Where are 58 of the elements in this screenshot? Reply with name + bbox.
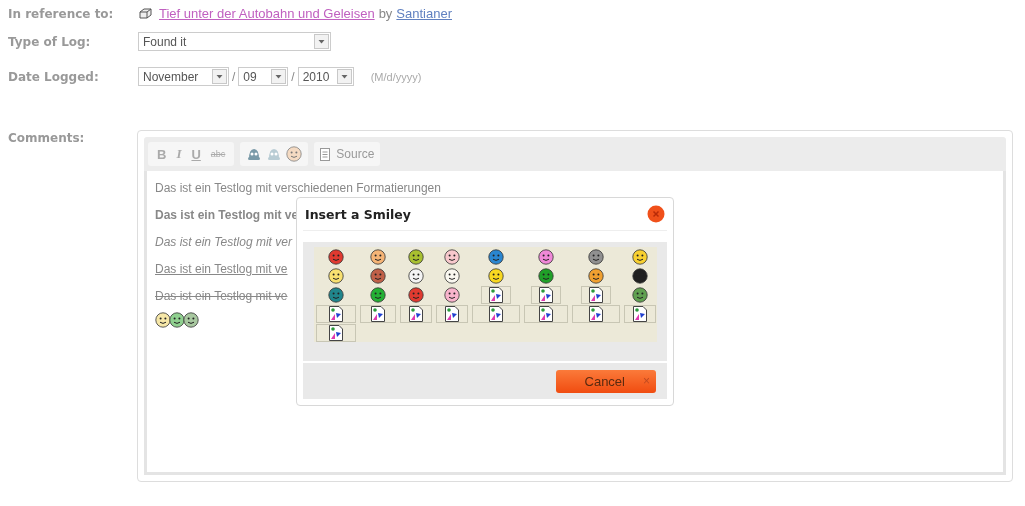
broken-image[interactable] [436, 304, 468, 323]
dropdown[interactable]: November [138, 67, 229, 86]
cancel-button[interactable]: Cancel × [556, 369, 656, 393]
broken-image[interactable] [316, 304, 356, 323]
broken-image[interactable] [524, 304, 568, 323]
broken-image-icon [539, 286, 553, 303]
dropdown[interactable]: 2010 [297, 67, 354, 86]
owner-link[interactable]: Santianer [396, 6, 452, 21]
broken-image-icon [589, 305, 603, 322]
cache-icon [139, 8, 152, 19]
broken-image[interactable] [624, 304, 656, 323]
caret-icon [212, 69, 227, 84]
broken-image-icon [329, 324, 343, 341]
date-format-hint: (M/d/yyyy) [370, 70, 422, 83]
separator: / [291, 69, 295, 84]
document-icon [320, 147, 331, 161]
broken-image-icon [539, 305, 553, 322]
figure-icon [266, 146, 283, 162]
broken-image-icon [371, 305, 385, 322]
broken-image[interactable] [572, 304, 620, 323]
broken-image[interactable] [360, 304, 396, 323]
format-button[interactable]: U [186, 144, 206, 164]
caret-icon [336, 69, 352, 84]
text-line: Das ist ein Testlog mit ver [155, 235, 292, 250]
caret-icon [271, 69, 287, 84]
format-button[interactable]: abc [205, 144, 231, 164]
broken-image-icon [633, 305, 647, 322]
field-label: In reference to: [7, 6, 115, 21]
field-label: Date Logged: [7, 69, 100, 84]
text-line: Das ist ein Testlog mit ve [155, 262, 288, 277]
figure-icon [246, 146, 263, 162]
field-label: Comments: [7, 130, 86, 145]
separator: / [232, 69, 236, 84]
close-button[interactable] [647, 205, 665, 223]
broken-image-icon [329, 305, 343, 322]
broken-image-icon [409, 305, 423, 322]
broken-image-icon [589, 286, 603, 303]
close-icon [647, 205, 665, 223]
broken-image-icon [445, 305, 459, 322]
field-label: Type of Log: [7, 34, 92, 49]
by-text: by [378, 6, 393, 21]
dropdown[interactable]: Found it [138, 32, 331, 51]
format-button[interactable]: I [171, 144, 187, 164]
broken-image[interactable] [400, 304, 432, 323]
broken-image[interactable] [316, 323, 356, 342]
text-line: Das ist ein Testlog mit ve [155, 289, 288, 304]
broken-image[interactable] [531, 285, 561, 304]
broken-image-icon [489, 286, 503, 303]
broken-image[interactable] [481, 285, 511, 304]
caret-icon [314, 34, 329, 49]
dialog-title: Insert a Smiley [305, 206, 411, 222]
text-line: Das ist ein Testlog mit verschiedenen Formatierungen [155, 181, 441, 196]
dropdown[interactable]: 09 [238, 67, 289, 86]
broken-image-icon [489, 305, 503, 322]
format-button[interactable]: B [152, 144, 172, 164]
broken-image[interactable] [472, 304, 520, 323]
cache-link[interactable]: Tief unter der Autobahn und Geleisen [159, 6, 375, 21]
broken-image[interactable] [581, 285, 611, 304]
